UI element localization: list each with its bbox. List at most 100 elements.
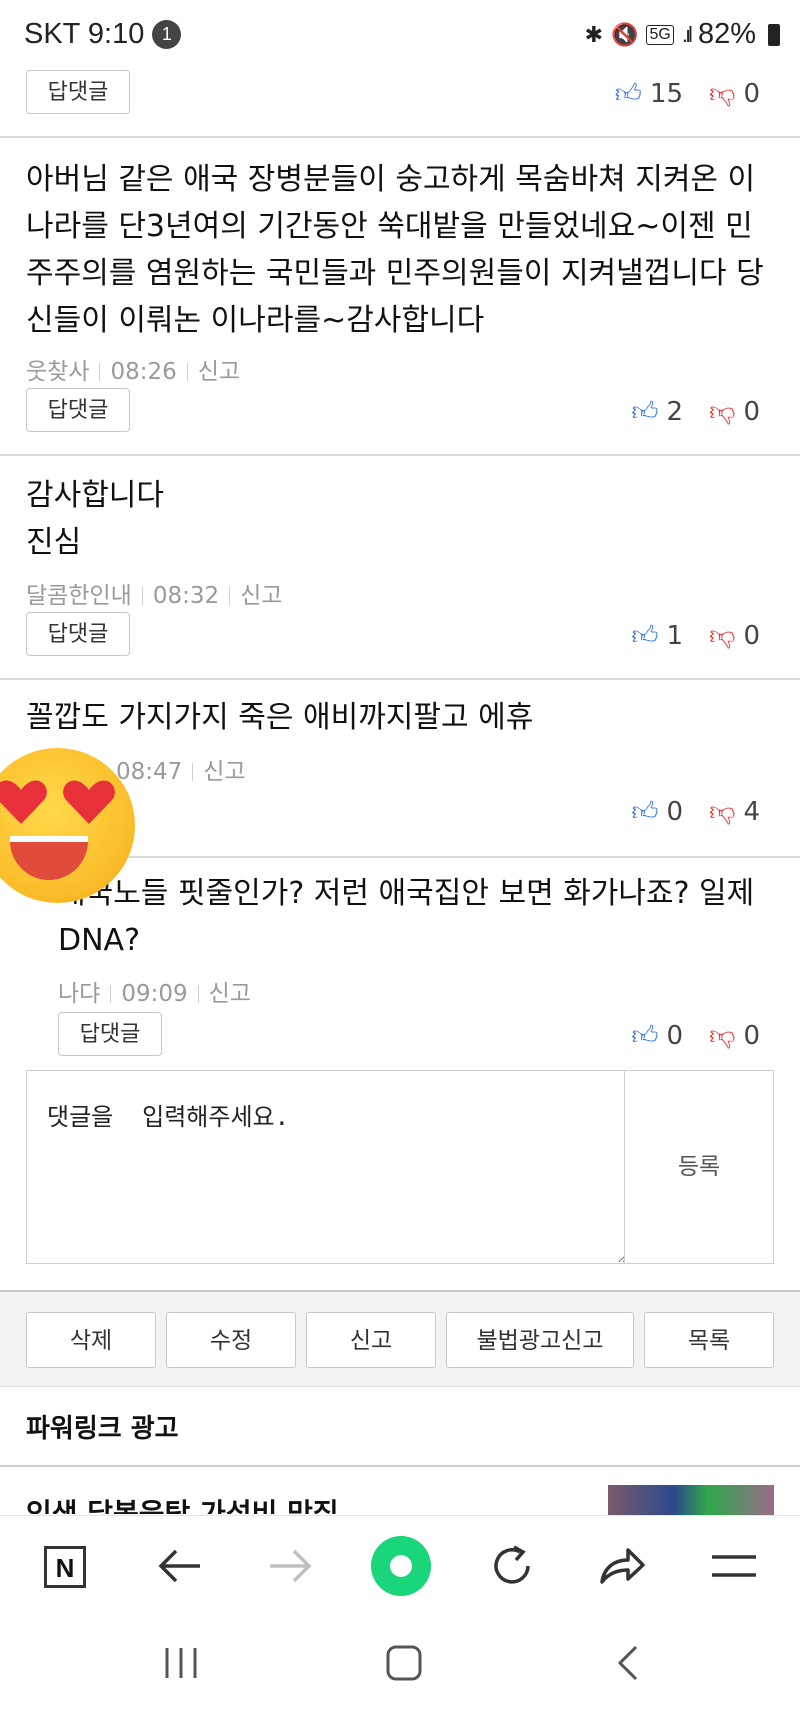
edit-button[interactable]: 수정: [166, 1312, 296, 1368]
like-button[interactable]: 👍︎ 1: [631, 620, 684, 652]
thumbs-down-icon: 👎︎: [709, 79, 736, 109]
comment-author: 웃찾사: [26, 359, 90, 385]
reply-button[interactable]: 답댓글: [26, 388, 130, 432]
dislike-button[interactable]: 👎︎ 4: [709, 796, 760, 828]
dislike-button[interactable]: 👎︎ 0: [709, 1020, 760, 1052]
meta-separator: [186, 363, 188, 381]
meta-separator: [229, 587, 231, 605]
home-icon[interactable]: [386, 1645, 422, 1690]
ad-title-link[interactable]: 인생 닭볶음탕 가성비 맛집: [26, 1492, 339, 1514]
battery-icon: [768, 23, 780, 46]
comment-author: 나댜: [58, 981, 101, 1007]
vote-controls: 👍︎ 0 👎︎ 4: [631, 796, 760, 828]
like-button[interactable]: 👍︎ 2: [631, 396, 684, 428]
submit-comment-button[interactable]: 등록: [624, 1071, 773, 1263]
vote-controls: 👍︎ 1 👎︎ 0: [631, 620, 760, 652]
like-button[interactable]: 👍︎ 15: [614, 78, 684, 110]
post-action-bar: 삭제 수정 신고 불법광고신고 목록: [0, 1290, 800, 1387]
comment-meta: 나댜 09:09 신고: [58, 974, 251, 1008]
battery-level: 82%: [697, 18, 756, 50]
thumbs-up-icon: 👍︎: [631, 1021, 659, 1051]
report-link[interactable]: 신고: [203, 759, 245, 785]
comment-meta: 달콤한인내 08:32 신고: [26, 576, 282, 610]
like-count: 1: [666, 620, 684, 651]
like-count: 2: [666, 396, 684, 427]
thumbs-down-icon: 👎︎: [709, 621, 736, 651]
comment-item: 답댓글 👍︎ 15 👎︎ 0: [0, 70, 800, 138]
comment-item: 아버님 같은 애국 장병분들이 숭고하게 목숨바쳐 지켜온 이나라를 단3년여의…: [0, 138, 800, 456]
thumbs-down-icon: 👎︎: [709, 797, 736, 827]
dislike-count: 0: [743, 396, 760, 427]
report-illegal-ad-button[interactable]: 불법광고신고: [446, 1312, 634, 1368]
carrier-time: SKT 9:10 1: [24, 18, 182, 51]
comment-text: 감사합니다 진심: [26, 478, 164, 560]
divider: [0, 1465, 800, 1467]
dislike-count: 0: [743, 78, 760, 109]
back-arrow-icon[interactable]: [150, 1541, 210, 1591]
thumbs-up-icon: 👍︎: [631, 621, 659, 651]
naver-home-icon[interactable]: N: [44, 1546, 86, 1588]
comment-time: 08:26: [110, 359, 177, 385]
comment-input[interactable]: [27, 1071, 627, 1263]
comment-author: 달콤한인내: [26, 583, 132, 609]
refresh-icon[interactable]: [482, 1541, 542, 1591]
delete-button[interactable]: 삭제: [26, 1312, 156, 1368]
like-count: 0: [666, 796, 684, 827]
comment-text: 아버님 같은 애국 장병분들이 숭고하게 목숨바쳐 지켜온 이나라를 단3년여의…: [26, 162, 764, 338]
reply-button[interactable]: 답댓글: [58, 1012, 162, 1056]
comment-item: 감사합니다 진심 달콤한인내 08:32 신고 답댓글 👍︎ 1 👎︎ 0: [0, 456, 800, 680]
vote-controls: 👍︎ 15 👎︎ 0: [614, 78, 760, 110]
comment-text: 매국노들 핏줄인가? 저런 애국집안 보면 화가나죠? 일제DNA?: [58, 876, 755, 958]
report-link[interactable]: 신고: [240, 583, 282, 609]
reply-button[interactable]: 답댓글: [26, 70, 130, 114]
thumbs-up-icon: 👍︎: [631, 797, 659, 827]
powerlink-heading: 파워링크 광고: [26, 1414, 179, 1444]
thumbs-up-icon: 👍︎: [614, 79, 642, 109]
dislike-button[interactable]: 👎︎ 0: [709, 396, 760, 428]
thumbs-up-icon: 👍︎: [631, 397, 659, 427]
thumbs-down-icon: 👎︎: [709, 397, 736, 427]
like-count: 0: [666, 1020, 684, 1051]
comment-meta: 웃찾사 08:26 신고: [26, 352, 240, 386]
dislike-button[interactable]: 👎︎ 0: [709, 620, 760, 652]
recent-apps-icon[interactable]: [163, 1645, 199, 1689]
like-button[interactable]: 👍︎ 0: [631, 1020, 684, 1052]
heart-icon: [0, 780, 47, 824]
report-link[interactable]: 신고: [209, 981, 251, 1007]
comment-time: 08:47: [116, 759, 183, 785]
like-count: 15: [649, 78, 684, 109]
comment-time: 08:32: [152, 583, 220, 609]
report-link[interactable]: 신고: [198, 359, 240, 385]
ad-thumbnail[interactable]: [608, 1485, 774, 1515]
forward-arrow-icon[interactable]: [260, 1541, 320, 1591]
report-button[interactable]: 신고: [306, 1312, 436, 1368]
menu-icon[interactable]: [704, 1541, 764, 1591]
dislike-count: 0: [743, 620, 760, 651]
comment-text: 꼴깝도 가지가지 죽은 애비까지팔고 에휴: [26, 700, 534, 735]
meta-separator: [192, 763, 194, 781]
vote-controls: 👍︎ 0 👎︎ 0: [631, 1020, 760, 1052]
dislike-count: 4: [743, 796, 760, 827]
meta-separator: [99, 363, 101, 381]
system-nav-bar: [0, 1615, 800, 1716]
comment-time: 09:09: [121, 981, 188, 1007]
browser-nav-bar: N: [0, 1515, 800, 1616]
reply-comment-item: 매국노들 핏줄인가? 저런 애국집안 보면 화가나죠? 일제DNA? 나댜 09:…: [0, 858, 800, 1058]
signal-icon: .ıl: [681, 21, 693, 47]
5g-icon: 5G: [646, 24, 674, 45]
notification-badge: 1: [152, 20, 182, 49]
bluetooth-icon: ✱: [584, 21, 604, 47]
mute-icon: 🔇: [611, 21, 639, 47]
share-icon[interactable]: [592, 1541, 652, 1591]
thumbs-down-icon: 👎︎: [709, 1021, 736, 1051]
emoji-mouth: [10, 836, 88, 880]
heart-icon: [63, 780, 115, 824]
list-button[interactable]: 목록: [644, 1312, 774, 1368]
green-dot-home-icon[interactable]: [371, 1536, 431, 1596]
dislike-button[interactable]: 👎︎ 0: [709, 78, 760, 110]
reply-button[interactable]: 답댓글: [26, 612, 130, 656]
like-button[interactable]: 👍︎ 0: [631, 796, 684, 828]
back-icon[interactable]: [614, 1645, 640, 1690]
comment-meta: 08:47 신고: [116, 752, 246, 786]
status-icons: ✱ 🔇 5G .ıl 82%: [585, 18, 780, 51]
